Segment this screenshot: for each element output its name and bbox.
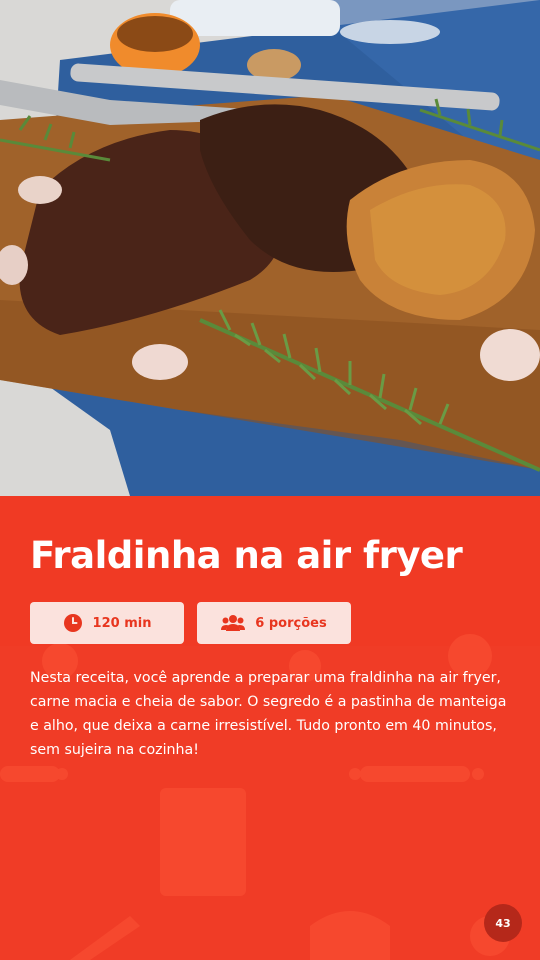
recipe-photo [0, 0, 540, 496]
time-label: 120 min [92, 615, 152, 631]
page-number-badge: 43 [484, 904, 522, 942]
recipe-description: Nesta receita, você aprende a preparar u… [30, 670, 507, 758]
people-icon [221, 615, 246, 631]
servings-label: 6 porções [255, 615, 327, 631]
recipe-info-panel: Fraldinha na air fryer 120 min 6 porções… [0, 496, 540, 960]
time-chip: 120 min [30, 602, 184, 644]
recipe-title: Fraldinha na air fryer [30, 534, 463, 577]
clock-icon [63, 614, 82, 632]
servings-chip: 6 porções [197, 602, 351, 644]
